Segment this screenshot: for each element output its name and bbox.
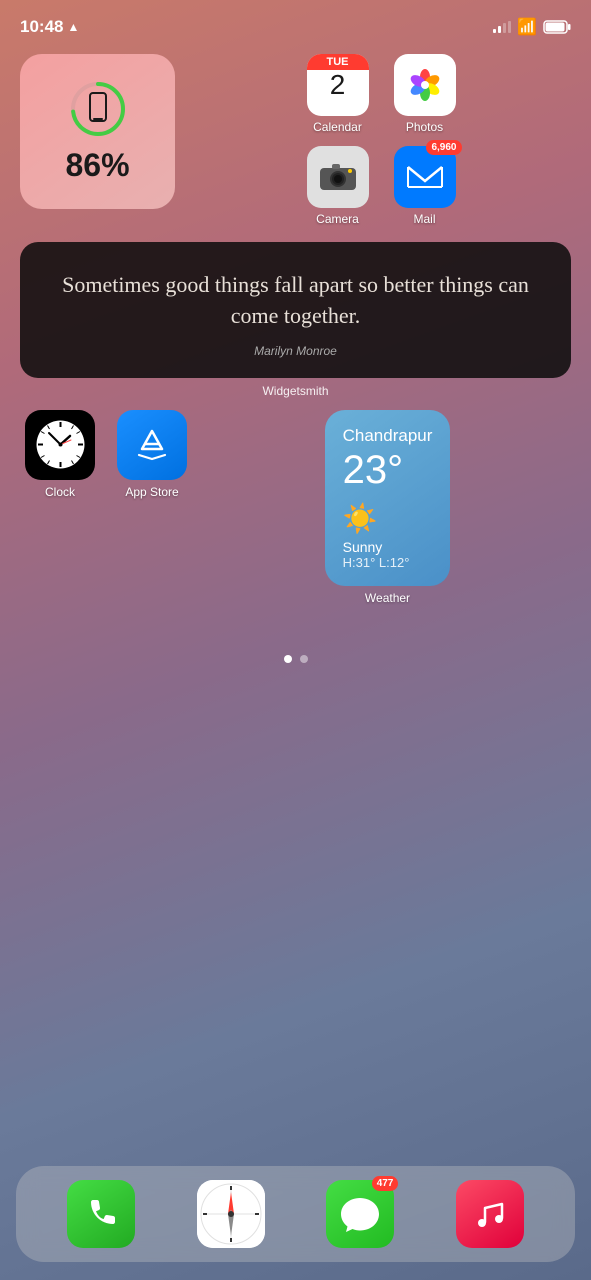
music-dock-item[interactable] xyxy=(456,1180,524,1248)
widgetsmith-label: Widgetsmith xyxy=(20,384,571,398)
weather-widget[interactable]: Chandrapur 23° ☀️ Sunny H:31° L:12° xyxy=(325,410,451,586)
camera-app[interactable]: Camera xyxy=(300,146,375,226)
status-time: 10:48 ▲ xyxy=(20,17,79,37)
home-screen: 86% TUE 2 Calendar xyxy=(0,44,591,615)
mail-app[interactable]: 6,960 Mail xyxy=(387,146,462,226)
weather-condition: Sunny xyxy=(343,539,433,555)
appstore-label: App Store xyxy=(125,485,178,499)
weather-city: Chandrapur xyxy=(343,426,433,446)
calendar-app[interactable]: TUE 2 Calendar xyxy=(300,54,375,134)
weather-hl: H:31° L:12° xyxy=(343,555,433,570)
quote-widget[interactable]: Sometimes good things fall apart so bett… xyxy=(20,242,571,378)
photos-app[interactable]: Photos xyxy=(387,54,462,134)
mail-label: Mail xyxy=(413,212,435,226)
messages-badge: 477 xyxy=(372,1176,399,1191)
page-dot-1[interactable] xyxy=(284,655,292,663)
signal-icon xyxy=(493,21,511,33)
weather-label: Weather xyxy=(365,591,410,605)
appstore-app[interactable]: App Store xyxy=(112,410,192,499)
row3: Clock App Store Chandrapur 23° ☀️ Sunny xyxy=(20,410,571,605)
safari-dock-icon xyxy=(197,1180,265,1248)
photos-label: Photos xyxy=(406,120,443,134)
clock-label: Clock xyxy=(45,485,75,499)
quote-text: Sometimes good things fall apart so bett… xyxy=(44,270,547,332)
batteries-widget[interactable]: 86% xyxy=(20,54,175,209)
app-row-2: Camera 6,960 Mail xyxy=(191,146,571,226)
app-row-1: TUE 2 Calendar xyxy=(191,54,571,134)
clock-app[interactable]: Clock xyxy=(20,410,100,499)
photos-icon xyxy=(394,54,456,116)
battery-percent: 86% xyxy=(65,147,129,184)
camera-icon xyxy=(307,146,369,208)
calendar-icon: TUE 2 xyxy=(307,54,369,116)
calendar-label: Calendar xyxy=(313,120,362,134)
messages-dock-item[interactable]: 477 xyxy=(326,1180,394,1248)
wifi-icon: 📶 xyxy=(517,17,537,37)
phone-dock-item[interactable] xyxy=(67,1180,135,1248)
music-dock-icon xyxy=(456,1180,524,1248)
status-icons: 📶 xyxy=(493,17,571,37)
page-dots xyxy=(0,655,591,663)
battery-icon xyxy=(543,20,571,34)
right-apps: TUE 2 Calendar xyxy=(191,54,571,226)
weather-widget-container: Chandrapur 23° ☀️ Sunny H:31° L:12° Weat… xyxy=(204,410,571,605)
appstore-icon xyxy=(117,410,187,480)
status-bar: 10:48 ▲ 📶 xyxy=(0,0,591,44)
phone-dock-icon xyxy=(67,1180,135,1248)
page-dot-2[interactable] xyxy=(300,655,308,663)
weather-sun-icon: ☀️ xyxy=(343,502,433,535)
dock: 477 xyxy=(16,1166,575,1262)
safari-dock-item[interactable] xyxy=(197,1180,265,1248)
weather-temp: 23° xyxy=(343,448,433,492)
row1: 86% TUE 2 Calendar xyxy=(20,54,571,226)
mail-badge: 6,960 xyxy=(426,140,461,155)
quote-author: Marilyn Monroe xyxy=(44,344,547,358)
battery-ring xyxy=(68,79,128,139)
clock-icon xyxy=(25,410,95,480)
camera-label: Camera xyxy=(316,212,359,226)
location-icon: ▲ xyxy=(67,20,79,34)
time-display: 10:48 xyxy=(20,17,63,37)
mail-icon: 6,960 xyxy=(394,146,456,208)
